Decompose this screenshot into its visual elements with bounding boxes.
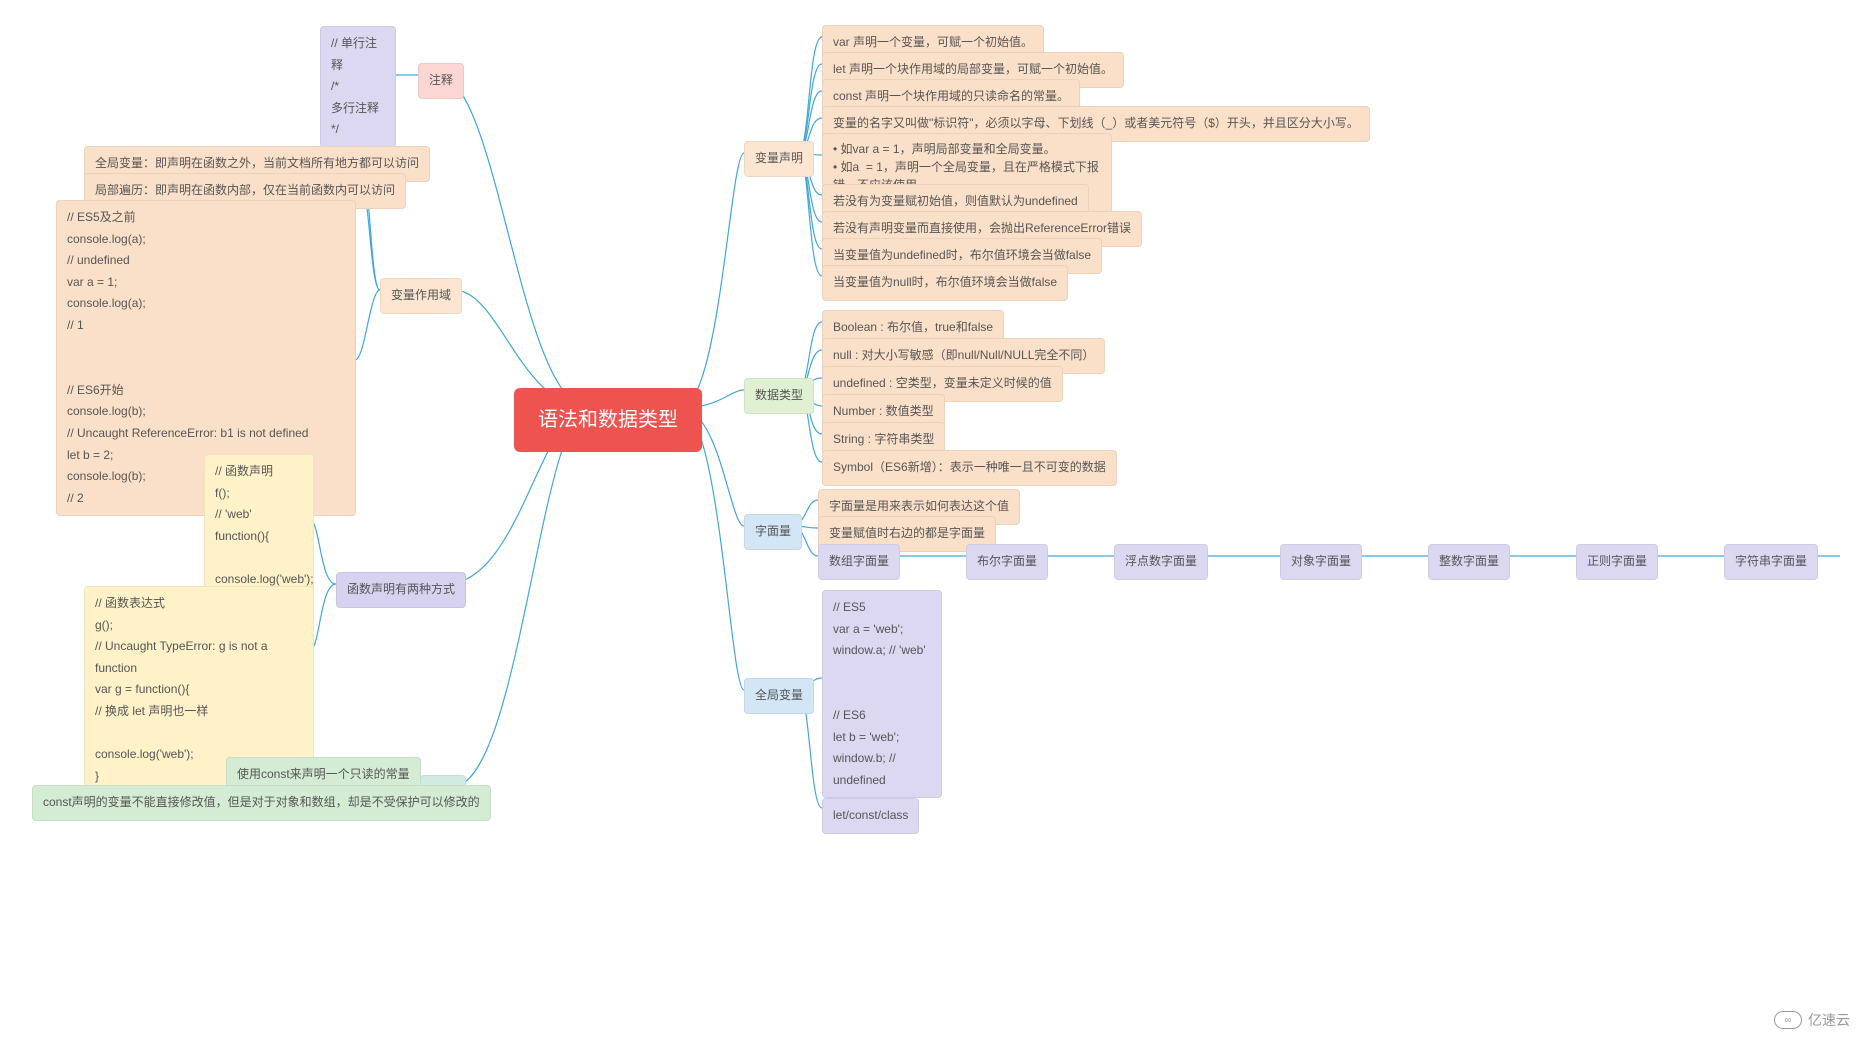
watermark: ∞ 亿速云 xyxy=(1774,1010,1850,1030)
branch-func[interactable]: 函数声明有两种方式 xyxy=(336,572,466,608)
leaf-lit-row-0: 数组字面量 xyxy=(818,544,900,580)
leaf-lit-row-5: 正则字面量 xyxy=(1576,544,1658,580)
root-node[interactable]: 语法和数据类型 xyxy=(514,388,702,452)
branch-global[interactable]: 全局变量 xyxy=(744,678,814,714)
branch-literal[interactable]: 字面量 xyxy=(744,514,802,550)
branch-types[interactable]: 数据类型 xyxy=(744,378,814,414)
branch-decl[interactable]: 变量声明 xyxy=(744,141,814,177)
leaf-const-2: const声明的变量不能直接修改值，但是对于对象和数组，却是不受保护可以修改的 xyxy=(32,785,491,821)
leaf-comment-code: // 单行注释 /* 多行注释 */ xyxy=(320,26,396,148)
leaf-type-5: Symbol（ES6新增）：表示一种唯一且不可变的数据 xyxy=(822,450,1117,486)
leaf-global-1: let/const/class xyxy=(822,798,919,834)
leaf-lit-row-3: 对象字面量 xyxy=(1280,544,1362,580)
watermark-text: 亿速云 xyxy=(1808,1010,1850,1030)
leaf-global-code: // ES5 var a = 'web'; window.a; // 'web'… xyxy=(822,590,942,798)
branch-scope[interactable]: 变量作用域 xyxy=(380,278,462,314)
leaf-decl-8: 当变量值为null时，布尔值环境会当做false xyxy=(822,265,1068,301)
leaf-lit-row-2: 浮点数字面量 xyxy=(1114,544,1208,580)
leaf-lit-row-4: 整数字面量 xyxy=(1428,544,1510,580)
cloud-icon: ∞ xyxy=(1774,1011,1802,1029)
leaf-func-decl: // 函数声明 f(); // 'web' function(){ consol… xyxy=(204,454,314,598)
branch-comment[interactable]: 注释 xyxy=(418,63,464,99)
leaf-lit-row-1: 布尔字面量 xyxy=(966,544,1048,580)
leaf-lit-row-6: 字符串字面量 xyxy=(1724,544,1818,580)
